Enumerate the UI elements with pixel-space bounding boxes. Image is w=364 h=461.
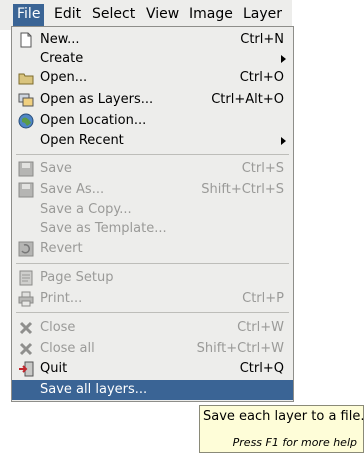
- shortcut-label: Ctrl+P: [242, 291, 284, 306]
- menu-item-quit[interactable]: Quit Ctrl+Q: [12, 359, 293, 379]
- menu-item-save-a-copy[interactable]: Save a Copy...: [12, 200, 293, 220]
- menu-view[interactable]: View: [142, 4, 183, 26]
- menu-item-open-as-layers[interactable]: Open as Layers... Ctrl+Alt+O: [12, 90, 293, 110]
- shortcut-label: Shift+Ctrl+S: [201, 182, 284, 197]
- close-icon: [18, 320, 34, 336]
- menu-item-new[interactable]: New... Ctrl+N: [12, 30, 293, 50]
- menu-item-create[interactable]: Create: [12, 49, 293, 69]
- menu-separator: [16, 312, 289, 313]
- tooltip: Save each layer to a file. Press F1 for …: [199, 405, 364, 453]
- menu-item-label: Open as Layers...: [40, 92, 154, 107]
- menu-item-page-setup[interactable]: Page Setup: [12, 268, 293, 288]
- menu-item-open[interactable]: Open... Ctrl+O: [12, 68, 293, 88]
- menu-item-label: Close all: [40, 341, 95, 356]
- menu-item-close[interactable]: Close Ctrl+W: [12, 318, 293, 338]
- menu-edit[interactable]: Edit: [50, 4, 85, 26]
- shortcut-label: Shift+Ctrl+W: [196, 341, 284, 356]
- tooltip-text: Save each layer to a file.: [203, 409, 364, 424]
- menu-item-revert[interactable]: Revert: [12, 239, 293, 259]
- menu-separator: [16, 263, 289, 264]
- shortcut-label: Ctrl+O: [239, 70, 284, 85]
- file-menu: New... Ctrl+N Create Open... Ctrl+O Open…: [11, 26, 294, 402]
- menu-item-label: Save: [40, 161, 72, 176]
- menu-select[interactable]: Select: [88, 4, 139, 26]
- shortcut-label: Ctrl+N: [240, 32, 284, 47]
- printer-icon: [18, 291, 34, 307]
- menu-item-label: Close: [40, 320, 76, 335]
- menu-item-label: Save as Template...: [40, 221, 167, 236]
- menu-item-open-recent[interactable]: Open Recent: [12, 131, 293, 151]
- tooltip-help-text: Press F1 for more help: [232, 436, 357, 449]
- folder-icon: [18, 70, 34, 86]
- menu-item-label: Open Location...: [40, 113, 147, 128]
- menu-item-save[interactable]: Save Ctrl+S: [12, 159, 293, 179]
- menu-item-label: Page Setup: [40, 270, 114, 285]
- menu-item-label: Create: [40, 51, 84, 66]
- menu-item-save-all-layers[interactable]: Save all layers...: [12, 380, 293, 400]
- submenu-arrow-icon: [281, 55, 286, 63]
- globe-icon: [18, 113, 34, 129]
- menu-item-label: Revert: [40, 241, 83, 256]
- quit-icon: [18, 361, 34, 377]
- close-icon: [18, 341, 34, 357]
- page-setup-icon: [18, 270, 34, 286]
- menu-item-save-as-template[interactable]: Save as Template...: [12, 219, 293, 239]
- menu-item-label: Open...: [40, 70, 88, 85]
- shortcut-label: Ctrl+Q: [239, 361, 284, 376]
- menu-image[interactable]: Image: [185, 4, 237, 26]
- menu-item-label: Save a Copy...: [40, 202, 132, 217]
- floppy-icon: [18, 182, 34, 198]
- layers-icon: [18, 92, 34, 108]
- submenu-arrow-icon: [281, 137, 286, 145]
- revert-icon: [18, 241, 34, 257]
- menu-item-open-location[interactable]: Open Location...: [12, 111, 293, 131]
- new-image-icon: [18, 32, 34, 48]
- menu-item-label: Save As...: [40, 182, 105, 197]
- menu-item-label: Quit: [40, 361, 68, 376]
- menu-item-print[interactable]: Print... Ctrl+P: [12, 289, 293, 309]
- menu-file[interactable]: File: [13, 4, 45, 26]
- menu-layer[interactable]: Layer: [239, 4, 286, 26]
- menu-separator: [16, 154, 289, 155]
- menu-item-close-all[interactable]: Close all Shift+Ctrl+W: [12, 339, 293, 359]
- shortcut-label: Ctrl+W: [237, 320, 284, 335]
- floppy-icon: [18, 161, 34, 177]
- menu-item-label: Open Recent: [40, 133, 124, 148]
- shortcut-label: Ctrl+S: [241, 161, 284, 176]
- menu-item-label: Save all layers...: [40, 382, 148, 397]
- menu-item-label: New...: [40, 32, 80, 47]
- menu-item-save-as[interactable]: Save As... Shift+Ctrl+S: [12, 180, 293, 200]
- shortcut-label: Ctrl+Alt+O: [211, 92, 284, 107]
- menu-item-label: Print...: [40, 291, 83, 306]
